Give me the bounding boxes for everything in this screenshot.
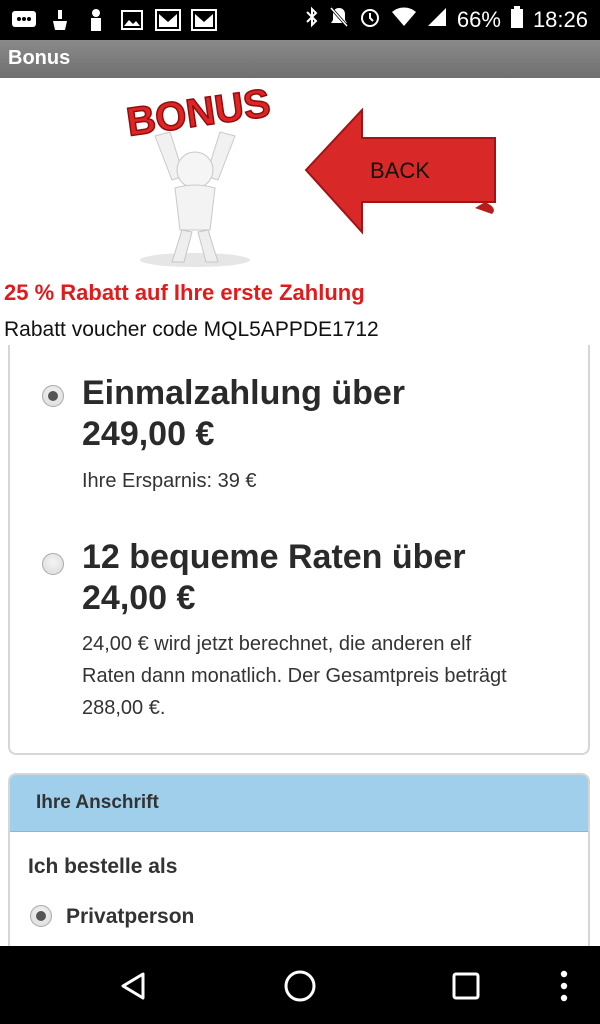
bonus-figure-illustration: BONUS [123, 80, 274, 267]
option-price: 24,00 € [82, 579, 196, 617]
signal-icon [427, 7, 447, 33]
person-icon [82, 8, 110, 32]
address-header-label: Ihre Anschrift [36, 792, 159, 813]
option-title-line1: Einmalzahlung über [82, 374, 406, 412]
payment-options-panel: Einmalzahlung über 249,00 € Ihre Ersparn… [8, 345, 590, 755]
option-savings: Ihre Ersparnis: 39 € [82, 470, 257, 492]
option-note-line2: Raten dann monatlich. Der Gesamtpreis be… [82, 665, 507, 687]
page-title: Bonus [8, 47, 71, 69]
title-bar: Bonus [0, 40, 600, 78]
gmail-icon [190, 8, 218, 32]
private-person-label[interactable]: Privatperson [66, 905, 194, 929]
navigation-bar [0, 946, 600, 1024]
option-note-line3: 288,00 €. [82, 697, 166, 719]
image-icon [118, 8, 146, 32]
option-title-line1: 12 bequeme Raten über [82, 538, 466, 576]
order-as-label: Ich bestelle als [28, 855, 178, 878]
alarm-icon [359, 6, 381, 34]
notification-icons [10, 8, 218, 32]
option-note-line1: 24,00 € wird jetzt berechnet, die andere… [82, 633, 472, 655]
address-section: Ihre Anschrift Ich bestelle als Privatpe… [8, 773, 590, 957]
clock: 18:26 [532, 7, 588, 32]
address-header: Ihre Anschrift [10, 775, 588, 832]
option-price: 249,00 € [82, 415, 215, 453]
voucher-code: Rabatt voucher code MQL5APPDE1712 [4, 318, 379, 341]
back-arrow-button[interactable]: BACK [304, 107, 496, 235]
recents-nav-icon[interactable] [444, 964, 488, 1008]
back-nav-icon[interactable] [111, 964, 155, 1008]
gmail-icon [154, 8, 182, 32]
back-label: BACK [370, 158, 430, 183]
mute-icon [329, 6, 349, 34]
message-icon [10, 8, 38, 32]
radio-private-person[interactable] [30, 905, 52, 927]
bonus-logo-text: BONUS [124, 81, 273, 145]
radio-single-payment[interactable] [42, 385, 64, 407]
discount-headline: 25 % Rabatt auf Ihre erste Zahlung [4, 280, 365, 305]
bluetooth-icon [305, 6, 319, 34]
status-bar: 66% 18:26 [0, 0, 600, 40]
menu-dots-icon[interactable] [544, 964, 584, 1008]
battery-icon [510, 6, 523, 34]
bonus-banner: BONUS BACK [100, 80, 500, 270]
radio-installments[interactable] [42, 553, 64, 575]
home-nav-icon[interactable] [278, 964, 322, 1008]
battery-level: 66% [456, 7, 501, 32]
wifi-icon [391, 7, 417, 33]
system-indicators: 66% 18:26 [305, 6, 588, 34]
cleaner-icon [46, 8, 74, 32]
